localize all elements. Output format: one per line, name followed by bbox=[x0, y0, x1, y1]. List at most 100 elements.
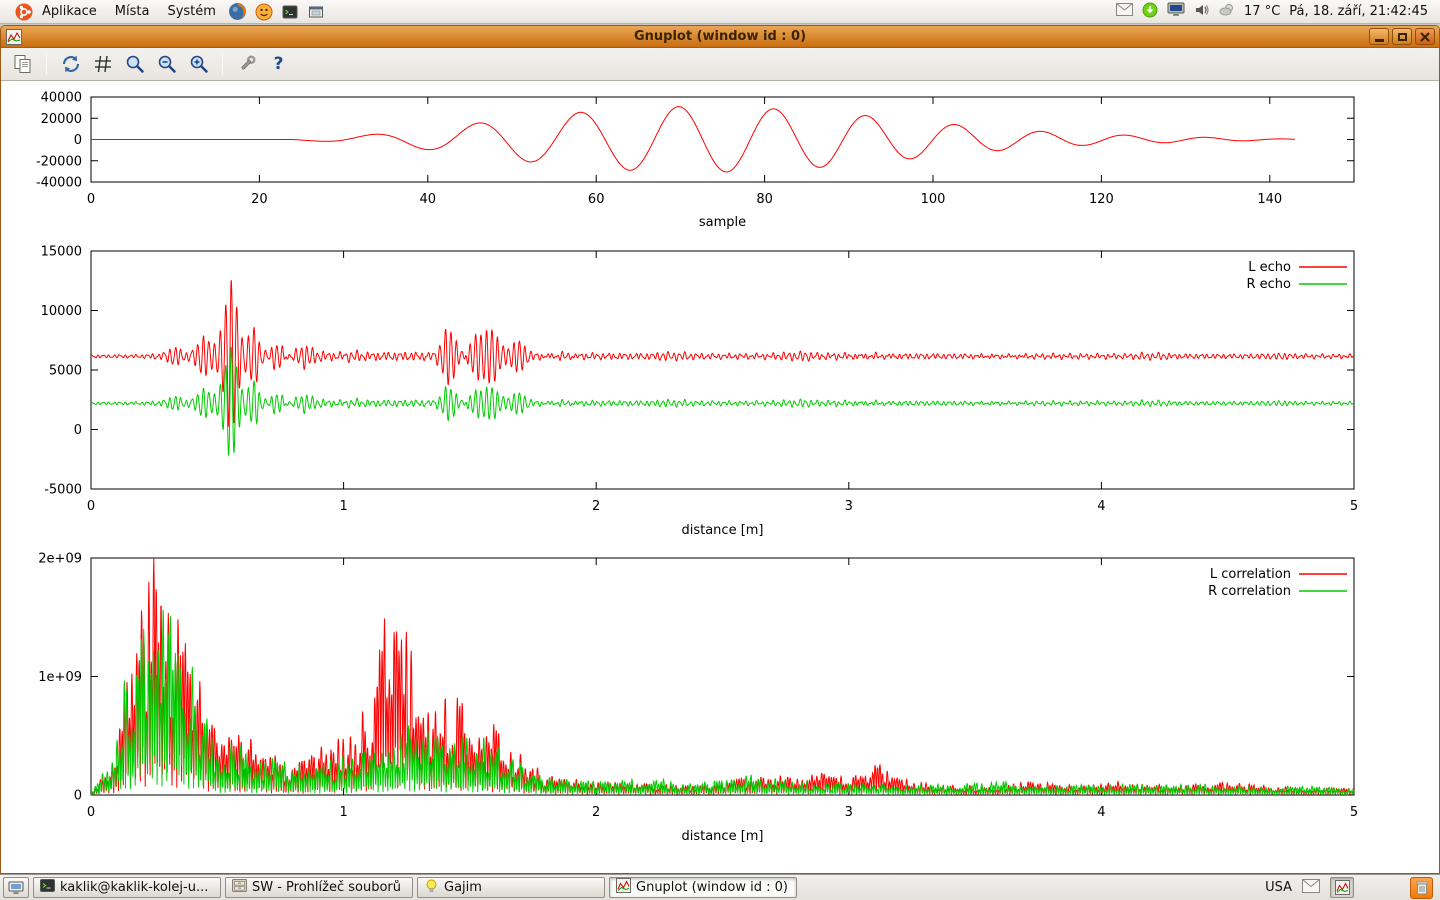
x-tick-label: 60 bbox=[588, 192, 605, 207]
mail-tray-icon[interactable] bbox=[1116, 3, 1133, 20]
panel-clock[interactable]: Pá, 18. září, 21:42:45 bbox=[1289, 4, 1428, 19]
wrench-icon bbox=[236, 53, 258, 75]
gajim-icon bbox=[424, 878, 439, 897]
y-tick-label: 15000 bbox=[41, 245, 82, 260]
temperature-readout[interactable]: 17 °C bbox=[1244, 4, 1280, 19]
x-tick-label: 100 bbox=[921, 192, 946, 207]
y-tick-label: 5000 bbox=[49, 364, 82, 379]
mail-applet-icon[interactable] bbox=[1302, 879, 1320, 897]
x-axis-label: distance [m] bbox=[681, 829, 763, 844]
x-tick-label: 4 bbox=[1097, 805, 1105, 820]
y-tick-label: 2e+09 bbox=[38, 552, 82, 567]
update-tray-icon[interactable] bbox=[1142, 2, 1158, 22]
y-tick-label: -40000 bbox=[36, 176, 82, 191]
window-controls bbox=[1369, 28, 1435, 45]
taskbar-button-gajim[interactable]: Gajim bbox=[417, 877, 605, 898]
copy-to-clipboard-button[interactable] bbox=[9, 51, 36, 78]
copy-icon bbox=[12, 53, 34, 75]
help-icon: ? bbox=[274, 56, 284, 73]
minimize-icon bbox=[1375, 39, 1384, 42]
minimize-button[interactable] bbox=[1369, 28, 1389, 45]
trash-applet-button[interactable] bbox=[1410, 877, 1433, 899]
menu-places[interactable]: Místa bbox=[107, 1, 158, 23]
chart-correlation[interactable]: 01234501e+092e+09distance [m]L correlati… bbox=[1, 550, 1439, 850]
taskbar-button-file-manager[interactable]: SW - Prohlížeč souborů bbox=[225, 877, 413, 898]
zoom-in-button[interactable] bbox=[185, 51, 212, 78]
gnome-top-panel: Aplikace Místa Systém 17 °C Pá, 18. bbox=[0, 0, 1440, 24]
help-button[interactable]: ? bbox=[265, 51, 292, 78]
y-tick-label: 0 bbox=[74, 789, 82, 804]
x-tick-label: 1 bbox=[339, 805, 347, 820]
weather-icon[interactable] bbox=[1219, 3, 1235, 20]
x-axis-label: distance [m] bbox=[681, 523, 763, 538]
file-manager-icon bbox=[232, 878, 247, 897]
y-tick-label: 1e+09 bbox=[38, 670, 82, 685]
x-tick-label: 0 bbox=[87, 805, 95, 820]
x-tick-label: 5 bbox=[1350, 499, 1358, 514]
desktop-icon bbox=[8, 881, 24, 895]
gnuplot-tray-button[interactable] bbox=[1330, 877, 1354, 898]
series-l-correlation bbox=[91, 558, 1354, 795]
zoom-out-button[interactable] bbox=[153, 51, 180, 78]
x-tick-label: 40 bbox=[420, 192, 437, 207]
x-tick-label: 3 bbox=[845, 499, 853, 514]
display-tray-icon[interactable] bbox=[1167, 2, 1185, 21]
maximize-icon bbox=[1398, 33, 1407, 41]
help-smiley-launcher-icon[interactable] bbox=[253, 1, 275, 23]
show-desktop-button[interactable] bbox=[3, 877, 29, 898]
taskbar-button-gnuplot[interactable]: Gnuplot (window id : 0) bbox=[609, 877, 797, 898]
zoom-out-icon bbox=[156, 53, 178, 75]
refresh-icon bbox=[60, 53, 82, 75]
legend-label: L echo bbox=[1248, 260, 1291, 275]
legend-label: R echo bbox=[1246, 277, 1291, 292]
y-tick-label: 0 bbox=[74, 423, 82, 438]
volume-tray-icon[interactable] bbox=[1194, 2, 1210, 22]
taskbar-button-terminal[interactable]: kaklik@kaklik-kolej-u... bbox=[33, 877, 221, 898]
x-tick-label: 1 bbox=[339, 499, 347, 514]
taskbar-button-label: kaklik@kaklik-kolej-u... bbox=[60, 880, 208, 895]
menu-system[interactable]: Systém bbox=[159, 1, 223, 23]
replot-button[interactable] bbox=[57, 51, 84, 78]
y-tick-label: -5000 bbox=[44, 483, 82, 498]
legend-label: L correlation bbox=[1210, 567, 1291, 582]
chart-sample-pulse[interactable]: 020406080100120140-40000-200000200004000… bbox=[1, 85, 1439, 243]
x-tick-label: 5 bbox=[1350, 805, 1358, 820]
toolbar-separator bbox=[46, 53, 47, 75]
ubuntu-logo-icon bbox=[13, 1, 35, 23]
menu-applications-label: Aplikace bbox=[42, 4, 97, 19]
gnuplot-toolbar: ? bbox=[1, 48, 1439, 81]
zoom-previous-button[interactable] bbox=[121, 51, 148, 78]
x-tick-label: 80 bbox=[756, 192, 773, 207]
x-tick-label: 2 bbox=[592, 499, 600, 514]
x-tick-label: 120 bbox=[1089, 192, 1114, 207]
titlebar[interactable]: Gnuplot (window id : 0) bbox=[1, 26, 1439, 48]
close-button[interactable] bbox=[1415, 28, 1435, 45]
y-tick-label: 20000 bbox=[41, 112, 82, 127]
menu-applications[interactable]: Aplikace bbox=[4, 1, 105, 23]
x-tick-label: 140 bbox=[1257, 192, 1282, 207]
toolbar-separator bbox=[222, 53, 223, 75]
menu-places-label: Místa bbox=[115, 4, 150, 19]
settings-button[interactable] bbox=[233, 51, 260, 78]
magnifier-icon bbox=[124, 53, 146, 75]
maximize-button[interactable] bbox=[1392, 28, 1412, 45]
series-ultrasonic-pulse bbox=[91, 107, 1295, 172]
toggle-grid-button[interactable] bbox=[89, 51, 116, 78]
taskbar-tray: USA bbox=[1265, 877, 1437, 899]
grid-icon bbox=[92, 53, 114, 75]
firefox-launcher-icon[interactable] bbox=[227, 1, 249, 23]
screenshot-launcher-icon[interactable] bbox=[305, 1, 327, 23]
x-tick-label: 4 bbox=[1097, 499, 1105, 514]
menu-system-label: Systém bbox=[167, 4, 215, 19]
chart-echo[interactable]: 012345-5000050001000015000distance [m]L … bbox=[1, 243, 1439, 543]
legend-label: R correlation bbox=[1208, 584, 1291, 599]
bottom-taskbar: kaklik@kaklik-kolej-u... SW - Prohlížeč … bbox=[0, 874, 1440, 900]
taskbar-button-label: Gnuplot (window id : 0) bbox=[636, 880, 788, 895]
gnuplot-icon bbox=[616, 878, 631, 897]
zoom-in-icon bbox=[188, 53, 210, 75]
keyboard-layout-indicator[interactable]: USA bbox=[1265, 880, 1292, 895]
plot-area: 020406080100120140-40000-200000200004000… bbox=[1, 81, 1439, 873]
terminal-launcher-icon[interactable] bbox=[279, 1, 301, 23]
y-tick-label: 40000 bbox=[41, 91, 82, 106]
taskbar-button-label: Gajim bbox=[444, 880, 482, 895]
